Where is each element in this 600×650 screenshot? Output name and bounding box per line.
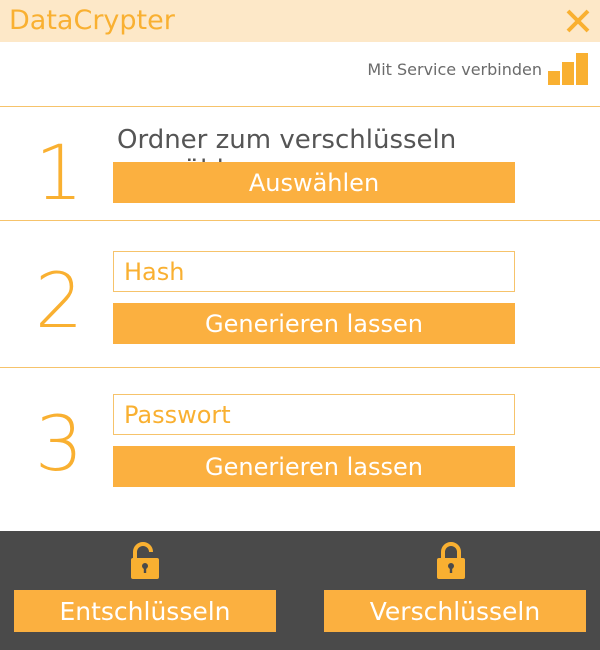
divider xyxy=(0,220,600,221)
generate-hash-button[interactable]: Generieren lassen xyxy=(113,303,515,344)
title-bar: DataCrypter xyxy=(0,0,600,42)
locked-padlock-icon xyxy=(437,542,465,579)
divider xyxy=(0,367,600,368)
app-title: DataCrypter xyxy=(9,5,175,36)
step-number-2: 2 xyxy=(34,256,84,345)
encrypt-button[interactable]: Verschlüsseln xyxy=(324,590,586,632)
connect-service-control[interactable]: Mit Service verbinden xyxy=(367,53,590,85)
unlocked-padlock-icon xyxy=(131,542,159,579)
connect-service-label: Mit Service verbinden xyxy=(367,59,542,79)
signal-bars-icon xyxy=(548,53,588,85)
close-icon[interactable] xyxy=(564,7,592,35)
generate-password-button[interactable]: Generieren lassen xyxy=(113,446,515,487)
step-number-1: 1 xyxy=(34,128,84,217)
step-number-3: 3 xyxy=(34,399,84,488)
select-folder-button[interactable]: Auswählen xyxy=(113,162,515,203)
divider xyxy=(0,106,600,107)
password-input[interactable] xyxy=(113,394,515,435)
decrypt-button[interactable]: Entschlüsseln xyxy=(14,590,276,632)
hash-input[interactable] xyxy=(113,251,515,292)
